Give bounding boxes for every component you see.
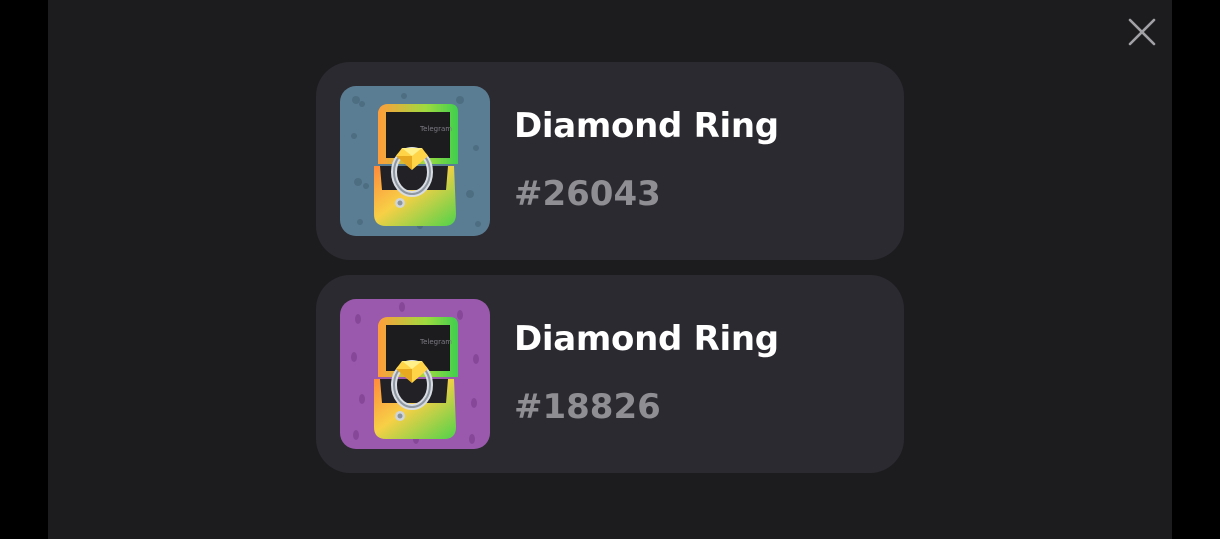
gift-name: Diamond Ring [514, 106, 779, 146]
gift-card[interactable]: Telegram Diamond Ring #26043 [316, 62, 904, 260]
gift-name: Diamond Ring [514, 319, 779, 359]
diamond-ring-box-icon: Telegram [340, 86, 490, 236]
close-icon [1128, 18, 1156, 46]
svg-text:Telegram: Telegram [419, 338, 452, 346]
gift-thumbnail: Telegram [340, 86, 490, 236]
diamond-ring-box-icon: Telegram [340, 299, 490, 449]
gift-number: #26043 [514, 174, 661, 214]
svg-text:Telegram: Telegram [419, 125, 452, 133]
gift-thumbnail: Telegram [340, 299, 490, 449]
gift-card[interactable]: Telegram Diamond Ring #18826 [316, 275, 904, 473]
gift-number: #18826 [514, 387, 661, 427]
close-button[interactable] [1124, 14, 1160, 50]
